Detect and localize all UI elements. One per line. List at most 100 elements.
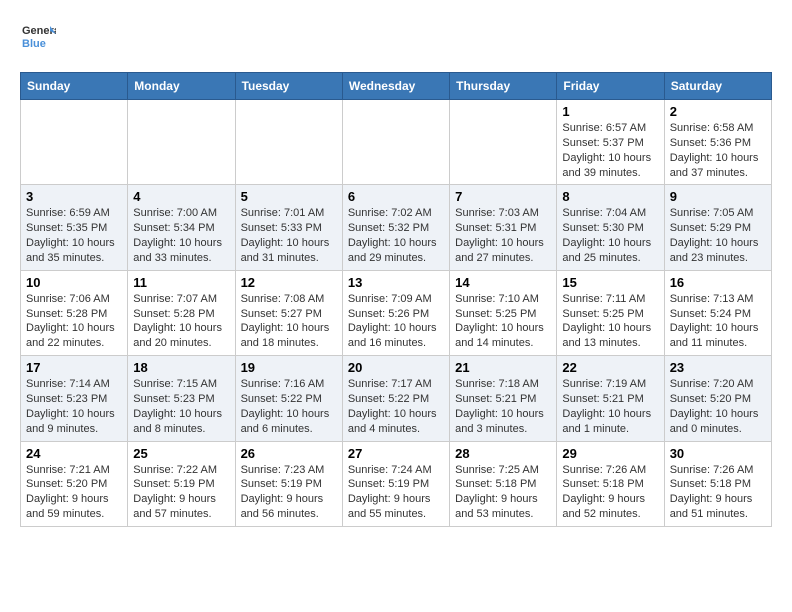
day-number: 27 [348,446,444,461]
calendar-cell: 1Sunrise: 6:57 AM Sunset: 5:37 PM Daylig… [557,100,664,185]
calendar-cell [21,100,128,185]
calendar-cell: 20 Sunrise: 7:17 AM Sunset: 5:22 PM Dayli… [342,356,449,441]
day-info: Sunrise: 7:00 AM Sunset: 5:34 PM Dayligh… [133,206,229,265]
day-number: 3 [26,189,122,204]
day-number: 24 [26,446,122,461]
calendar-cell: 16Sunrise: 7:13 AM Sunset: 5:24 PM Dayli… [664,270,771,355]
calendar-cell: 5 Sunrise: 7:01 AM Sunset: 5:33 PM Daylig… [235,185,342,270]
calendar-cell: 23 Sunrise: 7:20 AM Sunset: 5:20 PM Dayli… [664,356,771,441]
day-number: 7 [455,189,551,204]
svg-text:Blue: Blue [22,38,46,50]
day-info: Sunrise: 7:18 AM Sunset: 5:21 PM Dayligh… [455,377,551,436]
day-info: Sunrise: 7:22 AM Sunset: 5:19 PM Dayligh… [133,463,229,522]
day-number: 1 [562,104,658,119]
calendar-cell: 24 Sunrise: 7:21 AM Sunset: 5:20 PM Dayli… [21,441,128,526]
day-info: Sunrise: 7:25 AM Sunset: 5:18 PM Dayligh… [455,463,551,522]
calendar-cell: 30 Sunrise: 7:26 AM Sunset: 5:18 PM Dayli… [664,441,771,526]
day-number: 10 [26,275,122,290]
logo: General Blue [20,20,56,56]
weekday-header-row: SundayMondayTuesdayWednesdayThursdayFrid… [21,73,772,100]
week-row-5: 24 Sunrise: 7:21 AM Sunset: 5:20 PM Dayli… [21,441,772,526]
day-number: 30 [670,446,766,461]
day-number: 22 [562,360,658,375]
day-number: 20 [348,360,444,375]
calendar-cell: 7 Sunrise: 7:03 AM Sunset: 5:31 PM Daylig… [450,185,557,270]
day-info: Sunrise: 7:15 AM Sunset: 5:23 PM Dayligh… [133,377,229,436]
day-number: 13 [348,275,444,290]
day-info: Sunrise: 7:05 AM Sunset: 5:29 PM Dayligh… [670,206,766,265]
day-number: 16 [670,275,766,290]
day-info: Sunrise: 7:08 AM Sunset: 5:27 PM Dayligh… [241,292,337,351]
day-info: Sunrise: 7:11 AM Sunset: 5:25 PM Dayligh… [562,292,658,351]
calendar-cell: 21 Sunrise: 7:18 AM Sunset: 5:21 PM Dayli… [450,356,557,441]
calendar-cell: 15Sunrise: 7:11 AM Sunset: 5:25 PM Dayli… [557,270,664,355]
day-number: 9 [670,189,766,204]
day-info: Sunrise: 7:14 AM Sunset: 5:23 PM Dayligh… [26,377,122,436]
calendar-cell [128,100,235,185]
calendar-cell: 8Sunrise: 7:04 AM Sunset: 5:30 PM Daylig… [557,185,664,270]
day-info: Sunrise: 7:23 AM Sunset: 5:19 PM Dayligh… [241,463,337,522]
day-info: Sunrise: 7:26 AM Sunset: 5:18 PM Dayligh… [670,463,766,522]
weekday-header-wednesday: Wednesday [342,73,449,100]
day-info: Sunrise: 7:19 AM Sunset: 5:21 PM Dayligh… [562,377,658,436]
day-number: 19 [241,360,337,375]
day-info: Sunrise: 7:06 AM Sunset: 5:28 PM Dayligh… [26,292,122,351]
day-number: 23 [670,360,766,375]
calendar-cell: 18 Sunrise: 7:15 AM Sunset: 5:23 PM Dayli… [128,356,235,441]
weekday-header-friday: Friday [557,73,664,100]
day-info: Sunrise: 7:01 AM Sunset: 5:33 PM Dayligh… [241,206,337,265]
logo-svg: General Blue [20,20,56,56]
week-row-3: 10 Sunrise: 7:06 AM Sunset: 5:28 PM Dayli… [21,270,772,355]
calendar-cell: 12 Sunrise: 7:08 AM Sunset: 5:27 PM Dayli… [235,270,342,355]
calendar-cell: 14Sunrise: 7:10 AM Sunset: 5:25 PM Dayli… [450,270,557,355]
day-info: Sunrise: 7:09 AM Sunset: 5:26 PM Dayligh… [348,292,444,351]
day-number: 14 [455,275,551,290]
day-number: 29 [562,446,658,461]
calendar-cell: 9 Sunrise: 7:05 AM Sunset: 5:29 PM Daylig… [664,185,771,270]
day-info: Sunrise: 7:16 AM Sunset: 5:22 PM Dayligh… [241,377,337,436]
day-info: Sunrise: 7:20 AM Sunset: 5:20 PM Dayligh… [670,377,766,436]
day-number: 4 [133,189,229,204]
weekday-header-tuesday: Tuesday [235,73,342,100]
calendar-cell [342,100,449,185]
day-number: 21 [455,360,551,375]
calendar-cell: 22 Sunrise: 7:19 AM Sunset: 5:21 PM Dayli… [557,356,664,441]
day-number: 17 [26,360,122,375]
week-row-1: 1Sunrise: 6:57 AM Sunset: 5:37 PM Daylig… [21,100,772,185]
day-info: Sunrise: 7:17 AM Sunset: 5:22 PM Dayligh… [348,377,444,436]
day-number: 25 [133,446,229,461]
day-info: Sunrise: 7:21 AM Sunset: 5:20 PM Dayligh… [26,463,122,522]
day-info: Sunrise: 7:26 AM Sunset: 5:18 PM Dayligh… [562,463,658,522]
day-number: 11 [133,275,229,290]
weekday-header-monday: Monday [128,73,235,100]
calendar-cell: 29 Sunrise: 7:26 AM Sunset: 5:18 PM Dayli… [557,441,664,526]
day-number: 26 [241,446,337,461]
week-row-2: 3 Sunrise: 6:59 AM Sunset: 5:35 PM Daylig… [21,185,772,270]
calendar-cell: 6 Sunrise: 7:02 AM Sunset: 5:32 PM Daylig… [342,185,449,270]
calendar-cell: 10 Sunrise: 7:06 AM Sunset: 5:28 PM Dayli… [21,270,128,355]
day-info: Sunrise: 6:58 AM Sunset: 5:36 PM Dayligh… [670,121,766,180]
calendar-cell: 3 Sunrise: 6:59 AM Sunset: 5:35 PM Daylig… [21,185,128,270]
calendar-cell: 26 Sunrise: 7:23 AM Sunset: 5:19 PM Dayli… [235,441,342,526]
day-info: Sunrise: 7:04 AM Sunset: 5:30 PM Dayligh… [562,206,658,265]
week-row-4: 17 Sunrise: 7:14 AM Sunset: 5:23 PM Dayli… [21,356,772,441]
calendar-cell [450,100,557,185]
day-number: 5 [241,189,337,204]
calendar-table: SundayMondayTuesdayWednesdayThursdayFrid… [20,72,772,527]
day-number: 28 [455,446,551,461]
day-info: Sunrise: 7:02 AM Sunset: 5:32 PM Dayligh… [348,206,444,265]
calendar-cell: 13 Sunrise: 7:09 AM Sunset: 5:26 PM Dayli… [342,270,449,355]
calendar-cell: 25 Sunrise: 7:22 AM Sunset: 5:19 PM Dayli… [128,441,235,526]
day-info: Sunrise: 7:03 AM Sunset: 5:31 PM Dayligh… [455,206,551,265]
day-number: 6 [348,189,444,204]
calendar-cell: 4 Sunrise: 7:00 AM Sunset: 5:34 PM Daylig… [128,185,235,270]
day-number: 12 [241,275,337,290]
day-number: 2 [670,104,766,119]
day-number: 18 [133,360,229,375]
weekday-header-sunday: Sunday [21,73,128,100]
day-info: Sunrise: 6:59 AM Sunset: 5:35 PM Dayligh… [26,206,122,265]
calendar-cell: 17 Sunrise: 7:14 AM Sunset: 5:23 PM Dayli… [21,356,128,441]
weekday-header-saturday: Saturday [664,73,771,100]
page-header: General Blue [20,20,772,56]
calendar-cell: 28 Sunrise: 7:25 AM Sunset: 5:18 PM Dayli… [450,441,557,526]
